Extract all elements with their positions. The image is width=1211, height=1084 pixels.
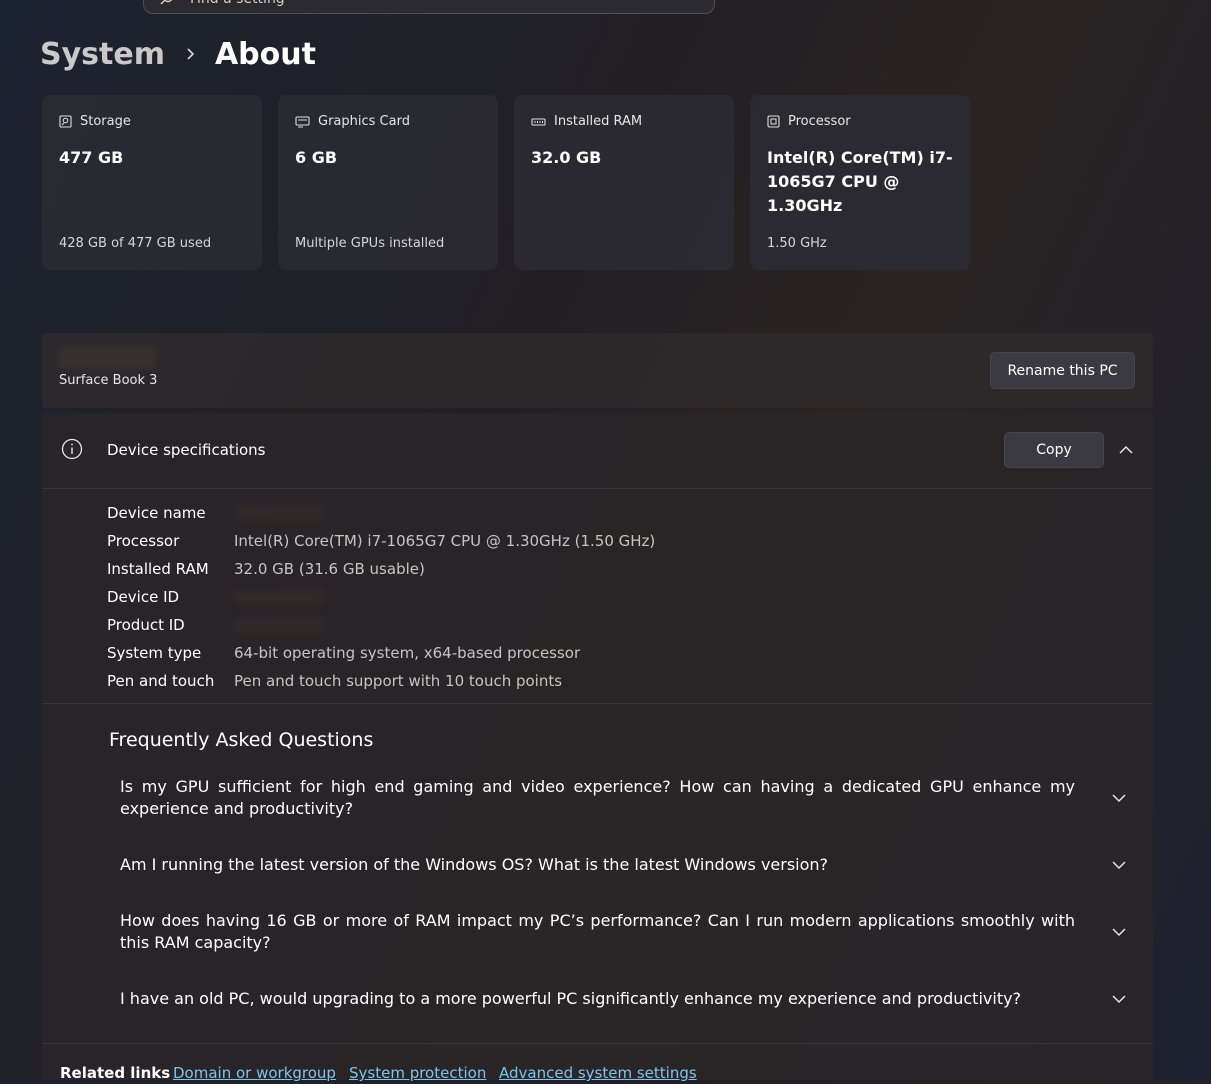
spec-rows: Device name Processor Intel(R) Core(TM) … [107,499,655,695]
spec-row-device-id: Device ID [107,583,655,611]
spec-label: Device ID [107,588,180,606]
spec-row-device-name: Device name [107,499,655,527]
card-sub: 1.50 GHz [767,236,827,251]
faq-item[interactable]: Am I running the latest version of the W… [120,854,1126,876]
card-value: 477 GB [59,148,124,167]
faq-item[interactable]: Is my GPU sufficient for high end gaming… [120,776,1126,820]
ram-icon [531,117,546,126]
installed-ram-header: Installed RAM [531,114,642,129]
card-label: Processor [788,114,851,129]
faq-question: How does having 16 GB or more of RAM imp… [120,911,1075,952]
device-name-bar: Surface Book 3 Rename this PC [42,333,1153,408]
spec-label: Installed RAM [107,560,209,578]
spec-value: Pen and touch support with 10 touch poin… [234,672,563,690]
spec-row-product-id: Product ID [107,611,655,639]
copy-button[interactable]: Copy [1004,432,1104,468]
rename-pc-button[interactable]: Rename this PC [990,352,1135,389]
spec-row-installed-ram: Installed RAM 32.0 GB (31.6 GB usable) [107,555,655,583]
spec-value-redacted [234,617,324,633]
breadcrumb: System About [40,32,316,76]
installed-ram-card[interactable]: Installed RAM 32.0 GB [514,95,734,270]
page-title: About [214,36,316,72]
chevron-up-icon[interactable] [1118,442,1134,458]
spec-label: Processor [107,532,180,550]
card-value: Intel(R) Core(TM) i7-1065G7 CPU @ 1.30GH… [767,148,953,215]
system-protection-link[interactable]: System protection [349,1064,486,1082]
card-value: 6 GB [295,148,338,167]
graphics-card-icon [295,115,310,127]
spec-row-system-type: System type 64-bit operating system, x64… [107,639,655,667]
breadcrumb-system-link[interactable]: System [40,37,165,72]
spec-value-redacted [234,505,324,521]
search-icon [160,0,173,5]
faq-question: I have an old PC, would upgrading to a m… [120,989,1022,1008]
domain-or-workgroup-link[interactable]: Domain or workgroup [173,1064,336,1082]
info-icon [61,438,83,460]
spec-label: Product ID [107,616,185,634]
card-value: 32.0 GB [531,148,602,167]
device-specifications-title: Device specifications [107,441,266,459]
related-links-label: Related links [60,1064,171,1082]
spec-row-pen-and-touch: Pen and touch Pen and touch support with… [107,667,655,695]
card-label: Graphics Card [318,114,410,129]
search-input[interactable] [188,0,692,11]
chevron-down-icon[interactable] [1112,993,1126,1005]
card-label: Installed RAM [554,114,643,129]
processor-card[interactable]: Processor Intel(R) Core(TM) i7-1065G7 CP… [750,95,970,270]
device-model: Surface Book 3 [59,373,158,388]
faq-item[interactable]: I have an old PC, would upgrading to a m… [120,988,1126,1010]
card-sub: 428 GB of 477 GB used [59,236,212,251]
chevron-down-icon[interactable] [1112,926,1126,938]
spec-value-redacted [234,589,324,605]
chevron-down-icon[interactable] [1112,792,1126,804]
spec-value: 32.0 GB (31.6 GB usable) [234,560,425,578]
spec-row-processor: Processor Intel(R) Core(TM) i7-1065G7 CP… [107,527,655,555]
related-links-bar: Related links Domain or workgroup System… [42,1043,1153,1084]
processor-icon [767,115,780,128]
card-label: Storage [80,114,131,129]
storage-card-header: Storage [59,114,131,129]
graphics-card-card[interactable]: Graphics Card 6 GB Multiple GPUs install… [278,95,498,270]
device-specifications-header[interactable]: Device specifications Copy [42,413,1153,489]
device-name-redacted [59,347,155,369]
chevron-down-icon[interactable] [1112,859,1126,871]
processor-header: Processor [767,114,851,129]
spec-label: Device name [107,504,206,522]
spec-value: Intel(R) Core(TM) i7-1065G7 CPU @ 1.30GH… [234,532,656,550]
graphics-card-header: Graphics Card [295,114,410,129]
faq-item[interactable]: How does having 16 GB or more of RAM imp… [120,910,1126,954]
spec-value: 64-bit operating system, x64-based proce… [234,644,581,662]
storage-icon [59,115,72,128]
spec-label: System type [107,644,202,662]
faq-question: Am I running the latest version of the W… [120,855,829,874]
storage-card[interactable]: Storage 477 GB 428 GB of 477 GB used [42,95,262,270]
advanced-system-settings-link[interactable]: Advanced system settings [499,1064,697,1082]
divider [42,703,1153,704]
card-sub: Multiple GPUs installed [295,236,445,251]
faq-question: Is my GPU sufficient for high end gaming… [120,777,1075,818]
chevron-right-icon [187,48,195,60]
faq-title: Frequently Asked Questions [109,729,374,751]
device-specifications-panel: Device specifications Copy Device name P… [42,413,1153,1082]
search-box[interactable] [143,0,715,14]
spec-label: Pen and touch [107,672,215,690]
